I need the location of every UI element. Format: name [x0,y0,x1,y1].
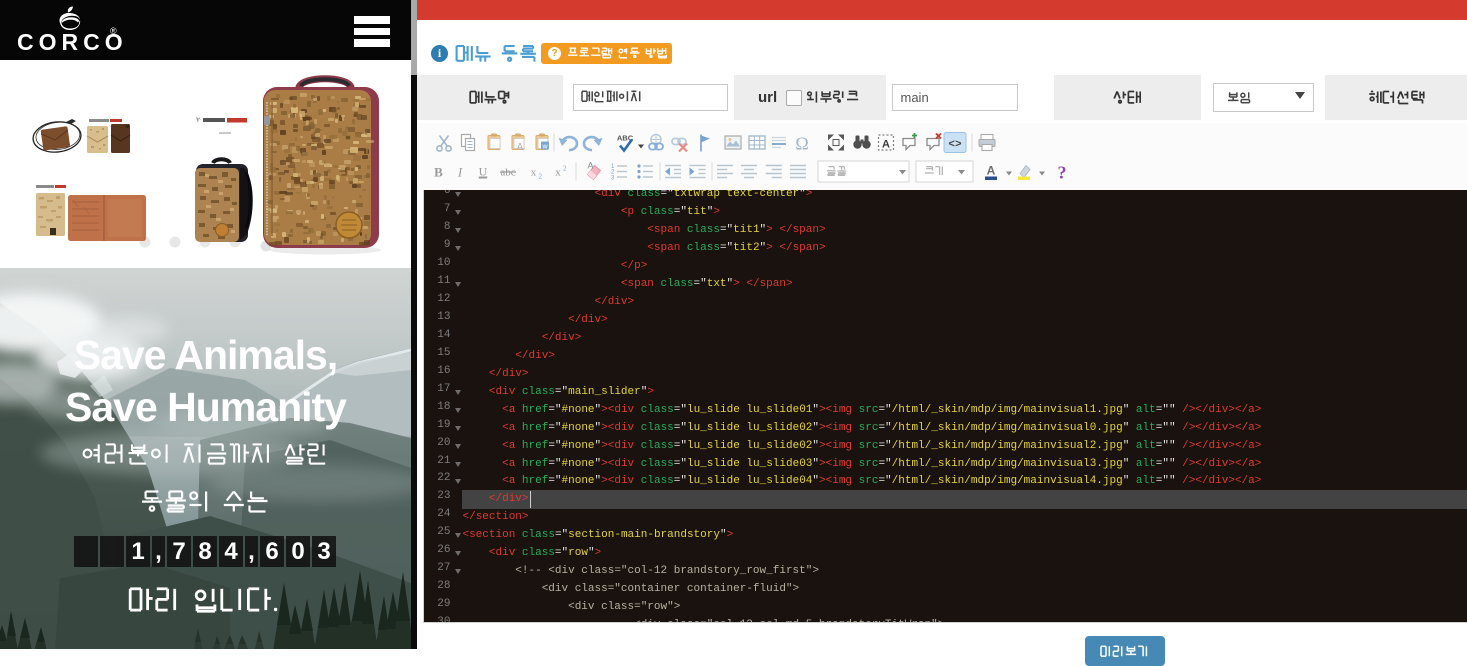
svg-text:I: I [457,165,463,180]
svg-text:x: x [531,167,537,179]
svg-text:x: x [555,167,561,179]
svg-text:w: w [541,144,548,151]
svg-text:2: 2 [563,165,567,173]
svg-text:A: A [588,161,594,171]
svg-text:A: A [987,164,996,178]
svg-text:A: A [882,139,890,151]
svg-text:U: U [479,165,488,179]
svg-text:?: ? [1058,163,1067,183]
svg-text:2: 2 [539,173,543,181]
svg-text:A: A [517,142,523,152]
svg-text:<>: <> [948,139,962,151]
svg-text:Ω: Ω [795,134,808,154]
svg-text:B: B [434,165,443,180]
